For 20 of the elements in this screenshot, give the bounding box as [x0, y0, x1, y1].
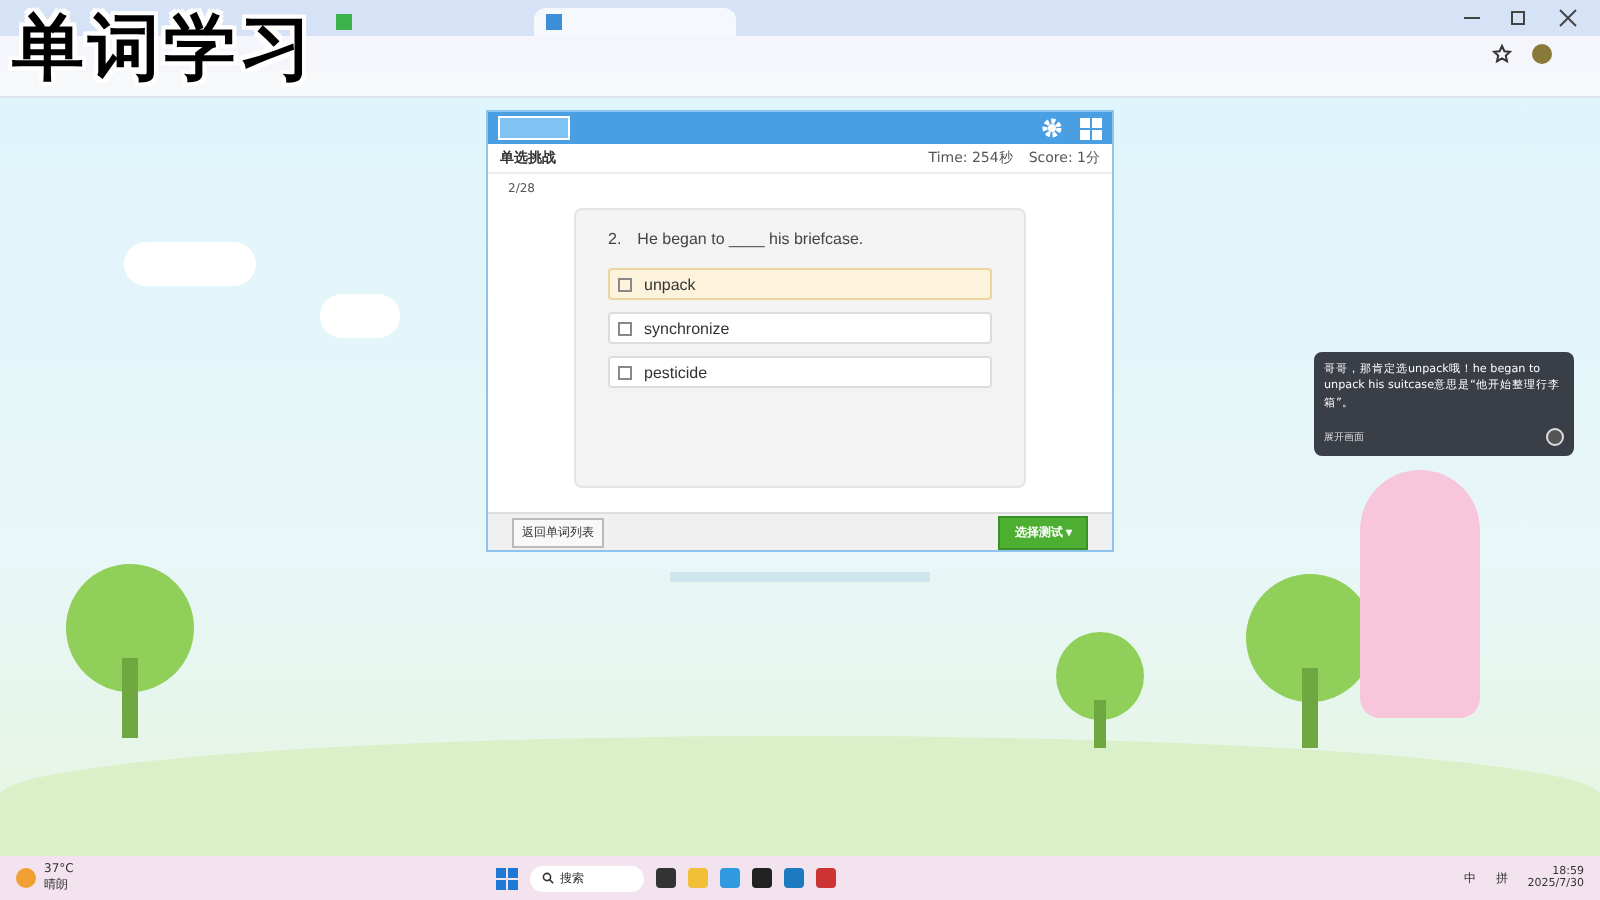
app-icon[interactable] — [656, 868, 676, 888]
caption-title: 单词学习 — [12, 14, 316, 86]
stop-icon[interactable] — [1546, 428, 1564, 447]
avatar-icon[interactable] — [1532, 44, 1552, 64]
search-icon — [542, 872, 554, 884]
start-icon[interactable] — [496, 867, 518, 889]
weather-icon[interactable] — [16, 868, 36, 888]
browser-tab[interactable] — [534, 8, 736, 36]
grid-icon[interactable] — [1080, 117, 1102, 139]
answer-option[interactable]: pesticide — [608, 356, 992, 388]
star-icon[interactable] — [1492, 44, 1512, 64]
cloud-drawing — [124, 242, 256, 286]
window-controls-icon[interactable] — [1460, 8, 1580, 28]
cloud-drawing — [320, 294, 400, 338]
answer-option[interactable]: unpack — [608, 268, 992, 300]
question-text: He began to ____ his briefcase. — [637, 230, 864, 248]
logo-icon — [498, 116, 570, 140]
settings-icon[interactable] — [1040, 116, 1064, 140]
question-number: 2. — [608, 230, 622, 248]
answer-option[interactable]: synchronize — [608, 312, 992, 344]
